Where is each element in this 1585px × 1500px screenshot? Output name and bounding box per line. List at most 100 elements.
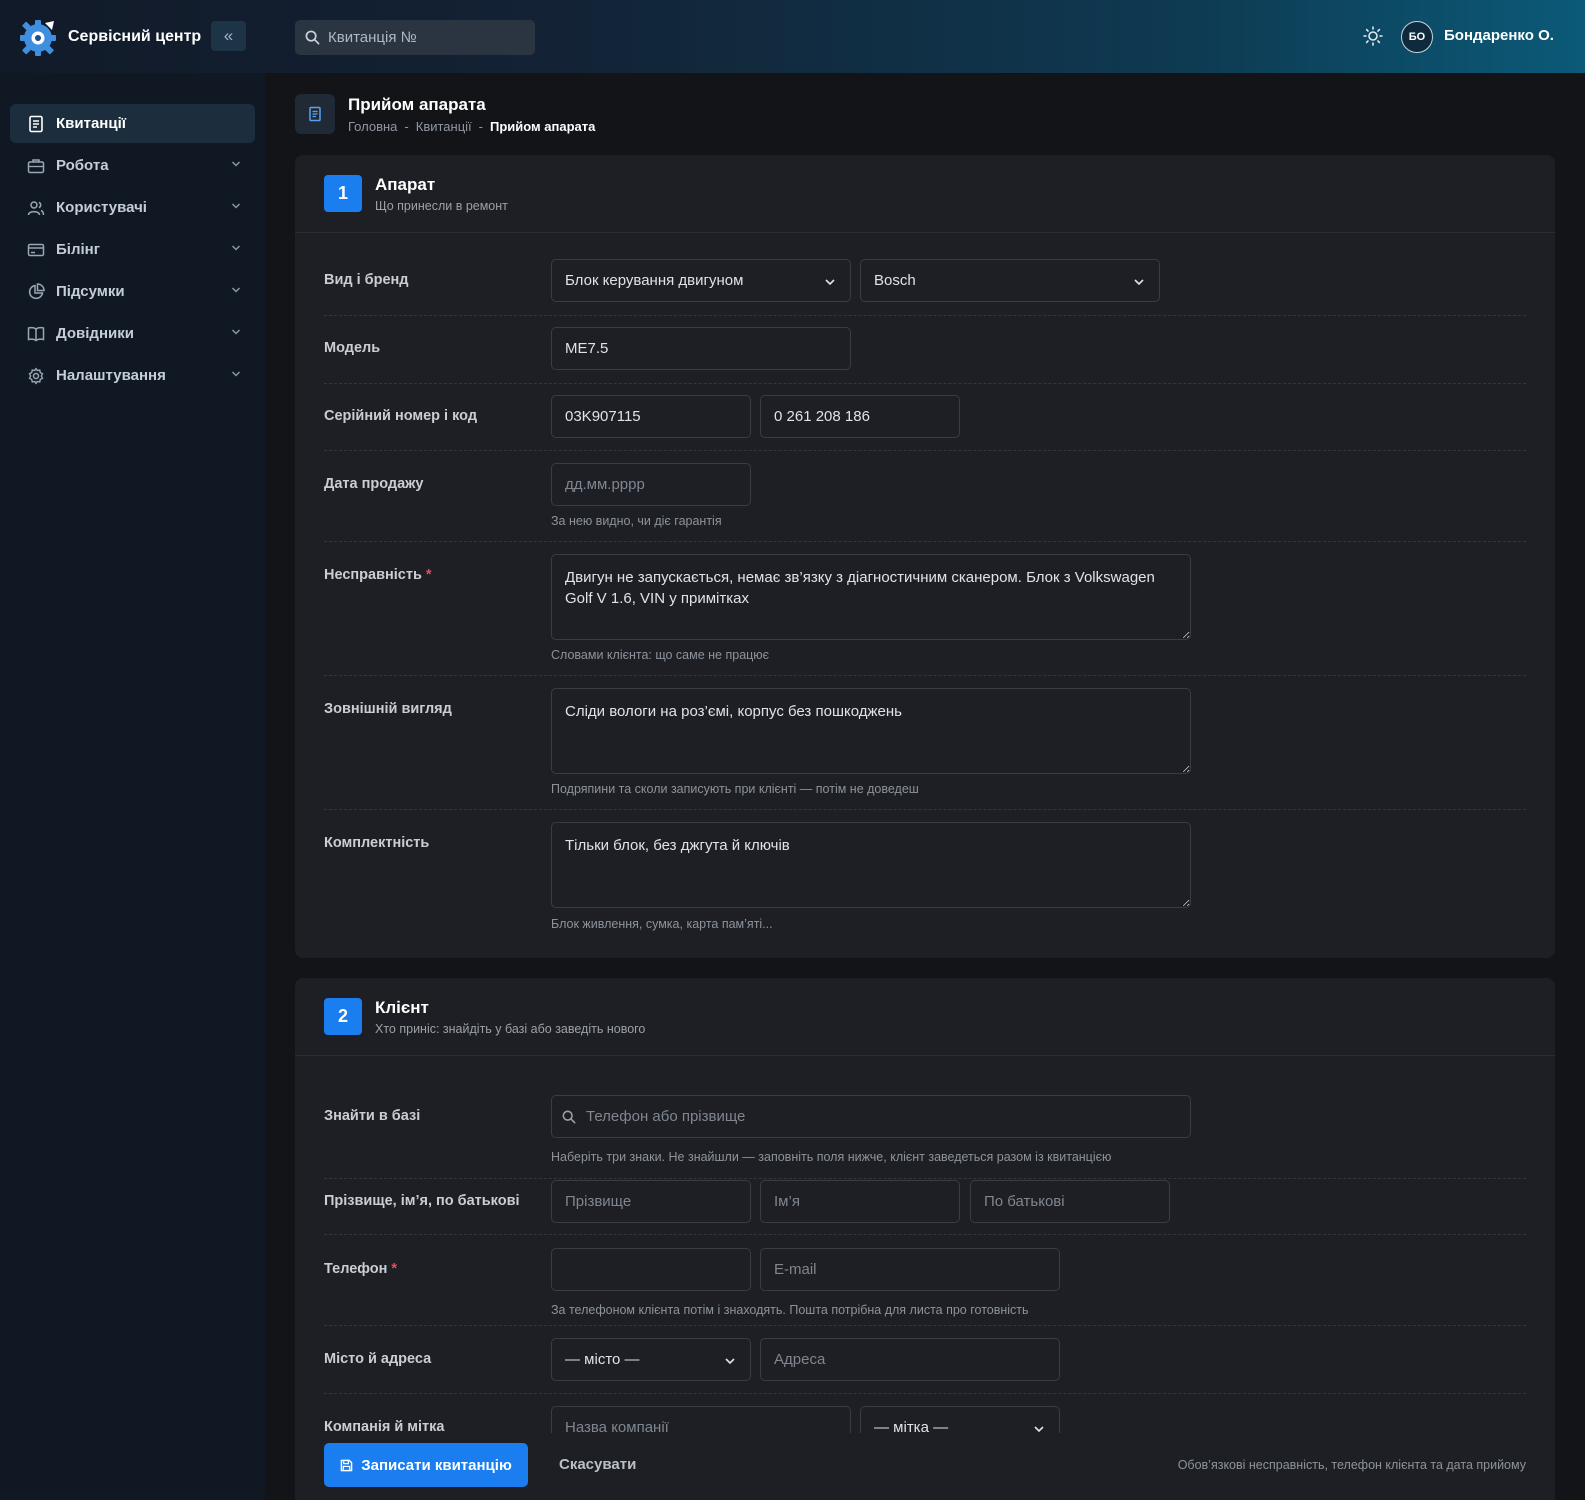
- device-card-header: 1 Апарат Що принесли в ремонт: [295, 155, 1555, 233]
- breadcrumb: Головна - Квитанції - Прийом апарата: [348, 119, 595, 134]
- sidebar-item-label: Квитанції: [56, 115, 126, 132]
- client-search-input[interactable]: [586, 1108, 1177, 1125]
- email-input[interactable]: [760, 1248, 1060, 1291]
- search-icon: [305, 30, 320, 45]
- find-client-hint: Наберіть три знаки. Не знайшли — заповні…: [551, 1150, 1112, 1164]
- surname-input[interactable]: [551, 1180, 751, 1223]
- row-divider: [324, 541, 1526, 542]
- brand-select[interactable]: Bosch: [860, 259, 1160, 302]
- save-receipt-button[interactable]: Записати квитанцію: [324, 1443, 528, 1487]
- sale-date-label: Дата продажу: [324, 476, 424, 492]
- avatar[interactable]: БО: [1401, 21, 1433, 53]
- breadcrumb-home[interactable]: Головна: [348, 119, 397, 134]
- top-bar: Сервісний центр « БО Бондаренко О.: [0, 0, 1585, 73]
- device-card: 1 Апарат Що принесли в ремонт Вид і брен…: [295, 155, 1555, 958]
- sun-icon: [1363, 26, 1383, 46]
- sidebar-item-summaries[interactable]: Підсумки: [10, 272, 255, 311]
- client-search[interactable]: [551, 1095, 1191, 1138]
- kit-textarea[interactable]: Тільки блок, без джгута й ключів: [551, 822, 1191, 908]
- pie-chart-icon: [28, 282, 45, 299]
- receipt-icon: [309, 106, 321, 122]
- device-type-select[interactable]: Блок керування двигуном: [551, 259, 851, 302]
- card-title: Апарат: [375, 175, 436, 194]
- row-divider: [324, 1325, 1526, 1326]
- required-mark: *: [425, 567, 432, 583]
- save-button-label: Записати квитанцію: [361, 1456, 512, 1474]
- sidebar-item-users[interactable]: Користувачі: [10, 188, 255, 227]
- chevron-down-icon: [825, 279, 835, 286]
- row-divider: [324, 315, 1526, 316]
- client-card: 2 Клієнт Хто приніс: знайдіть у базі або…: [295, 978, 1555, 1449]
- sidebar-item-directories[interactable]: Довідники: [10, 314, 255, 353]
- address-input[interactable]: [760, 1338, 1060, 1381]
- row-divider: [324, 1393, 1526, 1394]
- chevron-down-icon: [231, 245, 241, 251]
- find-client-label: Знайти в базі: [324, 1108, 421, 1124]
- page-icon: [295, 94, 335, 134]
- receipt-icon: [29, 115, 43, 132]
- breadcrumb-receipts[interactable]: Квитанції: [416, 119, 472, 134]
- sidebar-item-label: Білінг: [56, 241, 100, 258]
- save-icon: [340, 1459, 353, 1471]
- row-divider: [324, 383, 1526, 384]
- chevron-down-icon: [231, 287, 241, 293]
- sale-date-input[interactable]: [551, 463, 751, 506]
- part-code-input[interactable]: [760, 395, 960, 438]
- card-title: Клієнт: [375, 998, 429, 1017]
- breadcrumb-separator: -: [404, 119, 409, 134]
- fault-label: Несправність *: [324, 567, 432, 583]
- phone-label: Телефон *: [324, 1261, 398, 1277]
- appearance-hint: Подряпини та сколи записують при клієнті…: [551, 782, 919, 796]
- cancel-button[interactable]: Скасувати: [559, 1456, 636, 1473]
- phone-hint: За телефоном клієнта потім і знаходять. …: [551, 1303, 1029, 1317]
- sale-date-hint: За нею видно, чи діє гарантія: [551, 514, 722, 528]
- row-divider: [324, 1178, 1526, 1179]
- search-icon: [562, 1110, 576, 1123]
- sidebar: Квитанції Робота Користувачі Білінг Підс…: [0, 73, 265, 1500]
- sidebar-item-label: Користувачі: [56, 199, 147, 216]
- step-badge: 2: [324, 998, 362, 1035]
- client-card-header: 2 Клієнт Хто приніс: знайдіть у базі або…: [295, 978, 1555, 1056]
- chevron-down-icon: [231, 329, 241, 335]
- row-divider: [324, 675, 1526, 676]
- chevron-down-icon: [725, 1358, 735, 1365]
- breadcrumb-current: Прийом апарата: [490, 119, 596, 134]
- card-subtitle: Хто приніс: знайдіть у базі або заведіть…: [375, 1022, 646, 1036]
- breadcrumb-separator: -: [478, 119, 483, 134]
- model-input[interactable]: [551, 327, 851, 370]
- form-footer: Записати квитанцію Скасувати Обов’язкові…: [295, 1433, 1555, 1500]
- receipt-search-input[interactable]: [328, 29, 518, 46]
- brand-value: Bosch: [874, 272, 916, 289]
- required-mark: *: [391, 1261, 398, 1277]
- sidebar-item-label: Підсумки: [56, 283, 125, 300]
- fault-hint: Словами клієнта: що саме не працює: [551, 648, 770, 662]
- sidebar-item-settings[interactable]: Налаштування: [10, 356, 255, 395]
- sidebar-item-label: Налаштування: [56, 367, 166, 384]
- type-brand-label: Вид і бренд: [324, 272, 409, 288]
- device-type-value: Блок керування двигуном: [565, 272, 744, 289]
- gear-icon: [28, 367, 44, 384]
- serial-number-input[interactable]: [551, 395, 751, 438]
- receipt-search[interactable]: [295, 20, 535, 55]
- chevron-down-icon: [231, 161, 241, 167]
- theme-toggle-button[interactable]: [1361, 24, 1385, 48]
- sidebar-item-work[interactable]: Робота: [10, 146, 255, 185]
- brand[interactable]: Сервісний центр: [18, 17, 201, 57]
- chevron-down-icon: [231, 371, 241, 377]
- collapse-sidebar-button[interactable]: «: [211, 21, 246, 51]
- patronymic-input[interactable]: [970, 1180, 1170, 1223]
- kit-hint: Блок живлення, сумка, карта пам’яті...: [551, 917, 773, 931]
- serial-label: Серійний номер і код: [324, 408, 478, 424]
- sidebar-item-receipts[interactable]: Квитанції: [10, 104, 255, 143]
- row-divider: [324, 809, 1526, 810]
- sidebar-item-billing[interactable]: Білінг: [10, 230, 255, 269]
- firstname-input[interactable]: [760, 1180, 960, 1223]
- city-select[interactable]: — місто —: [551, 1338, 751, 1381]
- fault-textarea[interactable]: Двигун не запускається, немає зв’язку з …: [551, 554, 1191, 640]
- row-divider: [324, 1234, 1526, 1235]
- phone-input[interactable]: [551, 1248, 751, 1291]
- user-name[interactable]: Бондаренко О.: [1444, 27, 1554, 44]
- appearance-label: Зовнішній вигляд: [324, 701, 452, 717]
- sidebar-item-label: Довідники: [56, 325, 134, 342]
- appearance-textarea[interactable]: Сліди вологи на роз’ємі, корпус без пошк…: [551, 688, 1191, 774]
